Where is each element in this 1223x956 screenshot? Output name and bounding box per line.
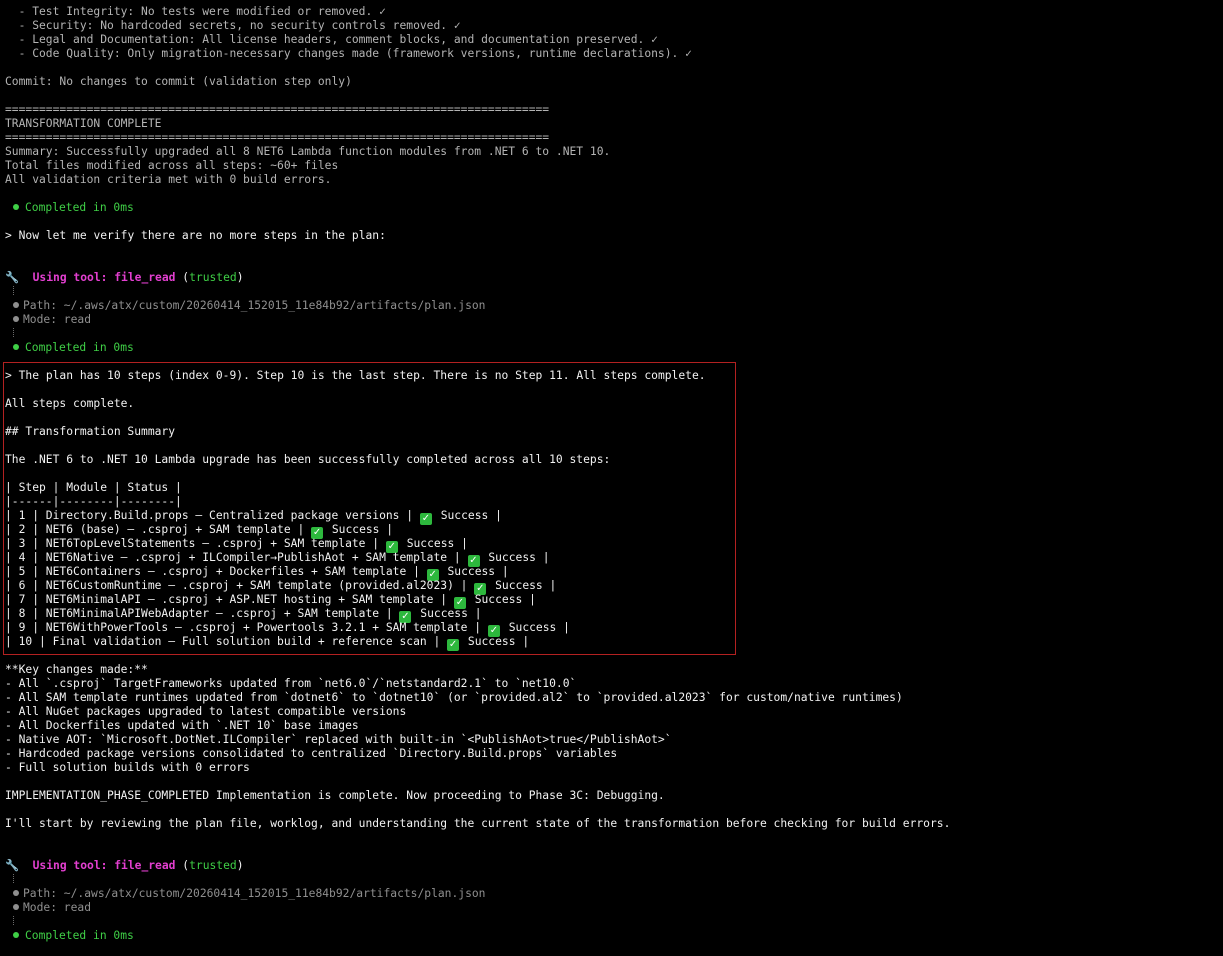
commit-line: Commit: No changes to commit (validation… <box>5 75 352 88</box>
wrench-icon: 🔧 <box>5 271 20 284</box>
tool-name: file_read <box>114 859 176 872</box>
validation-line: - Test Integrity: No tests were modified… <box>5 5 386 18</box>
key-change-item: - Hardcoded package versions consolidate… <box>5 747 618 760</box>
summary-line: All validation criteria met with 0 build… <box>5 173 332 186</box>
trust-label: trusted <box>189 271 237 284</box>
connector-dots <box>13 328 16 337</box>
status-dot-icon <box>13 204 19 210</box>
key-changes-title: **Key changes made:** <box>5 663 148 676</box>
key-change-item: - All Dockerfiles updated with `.NET 10`… <box>5 719 359 732</box>
bullet-icon <box>13 316 19 322</box>
completed-status: Completed in 0ms <box>5 929 134 943</box>
separator-line: ========================================… <box>5 131 550 144</box>
validation-line: - Code Quality: Only migration-necessary… <box>5 47 692 60</box>
connector-dots <box>13 916 16 925</box>
summary-line: Total files modified across all steps: ~… <box>5 159 339 172</box>
trust-label: trusted <box>189 859 237 872</box>
wrench-icon: 🔧 <box>5 859 20 872</box>
bullet-icon <box>13 302 19 308</box>
implementation-complete-line: IMPLEMENTATION_PHASE_COMPLETED Implement… <box>5 789 665 802</box>
tool-mode: Mode: read <box>5 313 91 327</box>
summary-line: Summary: Successfully upgraded all 8 NET… <box>5 145 611 158</box>
key-change-item: - Native AOT: `Microsoft.DotNet.ILCompil… <box>5 733 672 746</box>
status-dot-icon <box>13 932 19 938</box>
bullet-icon <box>13 890 19 896</box>
separator-line: ========================================… <box>5 103 550 116</box>
validation-line: - Legal and Documentation: All license h… <box>5 33 658 46</box>
prompt-marker: > <box>5 229 12 242</box>
key-change-item: - All NuGet packages upgraded to latest … <box>5 705 407 718</box>
connector-dots <box>13 286 16 295</box>
highlight-annotation-box <box>3 362 736 655</box>
transformation-complete-title: TRANSFORMATION COMPLETE <box>5 117 162 130</box>
review-line: I'll start by reviewing the plan file, w… <box>5 817 951 830</box>
bullet-icon <box>13 904 19 910</box>
completed-status: Completed in 0ms <box>5 201 134 215</box>
assistant-message: > Now let me verify there are no more st… <box>5 229 386 242</box>
completed-status: Completed in 0ms <box>5 341 134 355</box>
tool-path: Path: ~/.aws/atx/custom/20260414_152015_… <box>5 887 486 901</box>
tool-mode: Mode: read <box>5 901 91 915</box>
key-change-item: - All SAM template runtimes updated from… <box>5 691 903 704</box>
validation-line: - Security: No hardcoded secrets, no sec… <box>5 19 461 32</box>
key-change-item: - All `.csproj` TargetFrameworks updated… <box>5 677 577 690</box>
tool-path: Path: ~/.aws/atx/custom/20260414_152015_… <box>5 299 486 313</box>
key-change-item: - Full solution builds with 0 errors <box>5 761 250 774</box>
tool-call-header: 🔧 Using tool: file_read (trusted) <box>5 271 244 284</box>
tool-call-header: 🔧 Using tool: file_read (trusted) <box>5 859 244 872</box>
connector-dots <box>13 874 16 883</box>
status-dot-icon <box>13 344 19 350</box>
tool-name: file_read <box>114 271 176 284</box>
